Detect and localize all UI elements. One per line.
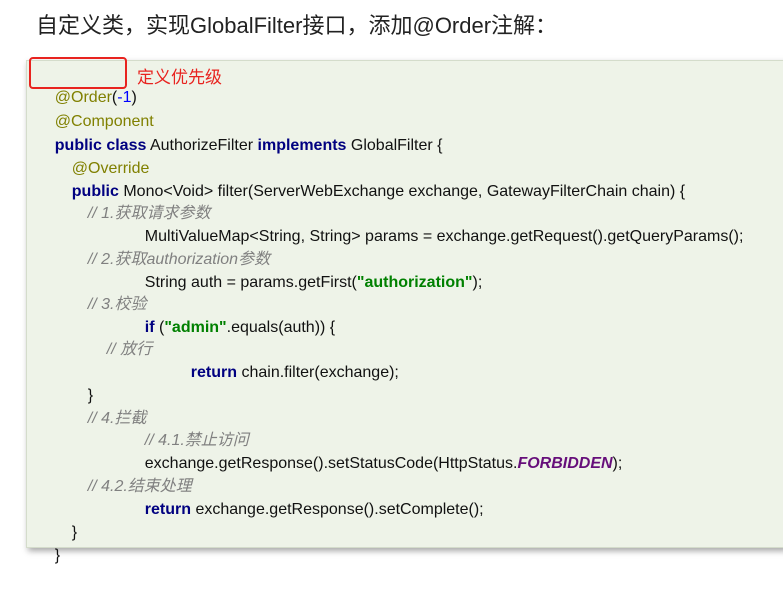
- code-line-15: // 4.拦截: [87, 410, 147, 427]
- code-line-16: // 4.1.禁止访问: [144, 432, 249, 449]
- code-line-6: // 1.获取请求参数: [87, 205, 211, 222]
- code-line-11: if ("admin".equals(auth)) {: [144, 319, 336, 336]
- code-line-20: }: [71, 524, 78, 541]
- code-block: @Order(-1) 定义优先级 @Component public class…: [26, 57, 783, 564]
- section-heading: 自定义类，实现GlobalFilter接口，添加@Order注解：: [36, 13, 558, 38]
- code-line-4: @Override: [71, 160, 150, 177]
- code-line-13: return chain.filter(exchange);: [190, 364, 399, 381]
- code-line-10: // 3.校验: [87, 296, 147, 313]
- code-line-2: @Component: [54, 113, 154, 130]
- priority-callout: 定义优先级: [137, 68, 222, 87]
- code-line-3: public class AuthorizeFilter implements …: [54, 137, 443, 154]
- code-line-7: MultiValueMap<String, String> params = e…: [144, 228, 744, 245]
- code-line-14: }: [87, 387, 94, 404]
- highlight-box: [29, 57, 127, 89]
- code-line-18: // 4.2.结束处理: [87, 478, 192, 495]
- code-line-12: // 放行: [106, 341, 153, 358]
- code-line-8: // 2.获取authorization参数: [87, 251, 271, 268]
- code-line-17: exchange.getResponse().setStatusCode(Htt…: [144, 455, 623, 472]
- code-line-9: String auth = params.getFirst("authoriza…: [144, 274, 483, 291]
- code-line-21: }: [54, 547, 61, 564]
- code-line-5: public Mono<Void> filter(ServerWebExchan…: [71, 183, 686, 200]
- code-line-19: return exchange.getResponse().setComplet…: [144, 501, 484, 518]
